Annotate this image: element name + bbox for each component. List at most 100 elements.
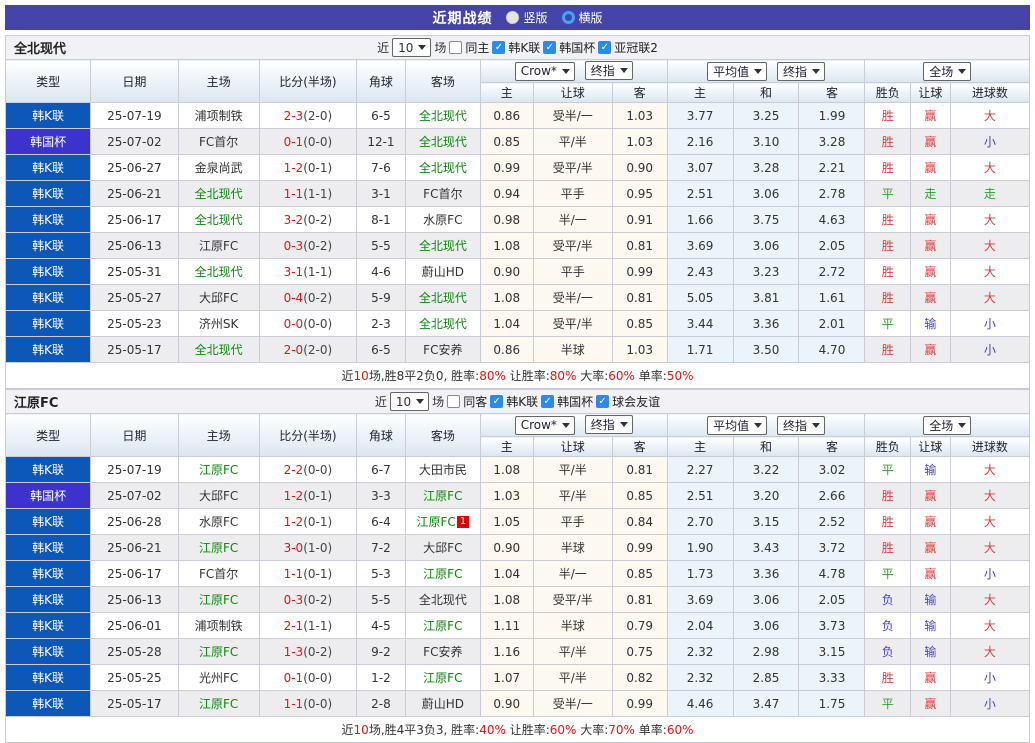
league-cell: 韩K联: [6, 207, 91, 233]
summary-near-label: 近: [342, 369, 354, 383]
halftime-score: (2-0): [303, 109, 332, 123]
avg-draw-odds: 3.47: [733, 691, 799, 717]
match-row: 韩K联25-05-17江原FC1-1(0-0)2-8蔚山HD0.90受半/一0.…: [6, 691, 1030, 717]
score-cell: 0-1(0-0): [259, 665, 356, 691]
result-goals: 大: [950, 259, 1029, 285]
league-checkbox-friendly[interactable]: ✓: [596, 395, 609, 408]
handicap-home-odds: 1.05: [480, 509, 533, 535]
corners-cell: 4-5: [357, 613, 406, 639]
handicap-away-odds: 0.90: [612, 155, 667, 181]
result-goals: 大: [950, 587, 1029, 613]
league-checkbox-cup[interactable]: ✓: [543, 41, 556, 54]
home-team-cell: 浦项制铁: [178, 103, 259, 129]
section-jeonbuk: 全北现代 近 10 场 同主 ✓ 韩K联 ✓ 韩国杯 ✓ 亚冠联2: [5, 35, 1030, 389]
radio-horizontal-layout[interactable]: 横版: [562, 9, 603, 26]
handicap-line: 半/一: [533, 561, 612, 587]
league-checkbox-acl[interactable]: ✓: [598, 41, 611, 54]
score-cell: 1-1(0-1): [259, 561, 356, 587]
bookmaker-select[interactable]: Crow*: [515, 416, 575, 435]
date-cell: 25-05-23: [91, 311, 178, 337]
match-row: 韩K联25-05-23济州SK0-0(0-0)2-3全北现代1.04受平/半0.…: [6, 311, 1030, 337]
handicap-away-odds: 0.91: [612, 207, 667, 233]
league-cell: 韩K联: [6, 103, 91, 129]
fulltime-score: 0-4: [284, 291, 304, 305]
scope-select[interactable]: 全场: [923, 416, 971, 435]
match-row: 韩K联25-06-17全北现代3-2(0-2)8-1水原FC0.98半/一0.9…: [6, 207, 1030, 233]
handicap-line: 半/一: [533, 207, 612, 233]
date-cell: 25-05-31: [91, 259, 178, 285]
match-row: 韩国杯25-07-02FC首尔0-1(0-0)12-1全北现代0.85平/半1.…: [6, 129, 1030, 155]
score-cell: 2-3(2-0): [259, 103, 356, 129]
result-goals: 大: [950, 483, 1029, 509]
home-team-cell: 大邱FC: [178, 483, 259, 509]
away-team-cell: 江原FC: [405, 561, 480, 587]
result-handicap: 输: [911, 613, 951, 639]
score-cell: 1-2(0-1): [259, 509, 356, 535]
score-cell: 3-0(1-0): [259, 535, 356, 561]
radio-vertical-layout[interactable]: 竖版: [506, 9, 547, 26]
result-handicap: 输: [911, 587, 951, 613]
fulltime-score: 1-2: [284, 161, 304, 175]
handicap-home-odds: 0.90: [480, 259, 533, 285]
result-handicap: 赢: [911, 155, 951, 181]
handicap-home-odds: 1.11: [480, 613, 533, 639]
avg-home-odds: 3.69: [667, 233, 733, 259]
league-checkbox-kleague[interactable]: ✓: [492, 41, 505, 54]
avg-away-odds: 1.99: [799, 103, 865, 129]
date-cell: 25-05-28: [91, 639, 178, 665]
away-team-name: 全北现代: [419, 291, 467, 305]
avg-select[interactable]: 平均值: [707, 416, 767, 435]
corners-cell: 8-1: [357, 207, 406, 233]
avg-home-odds: 2.04: [667, 613, 733, 639]
match-count-select[interactable]: 10: [390, 392, 429, 411]
bookmaker-select[interactable]: Crow*: [515, 62, 575, 81]
handicap-line: 受平/半: [533, 155, 612, 181]
avg-away-odds: 4.78: [799, 561, 865, 587]
date-cell: 25-06-17: [91, 561, 178, 587]
halftime-score: (1-0): [303, 541, 332, 555]
odds-stage-select[interactable]: 终指: [585, 415, 633, 434]
fulltime-score: 0-1: [284, 135, 304, 149]
radio-selected-icon[interactable]: [562, 11, 575, 24]
chevron-down-icon: [562, 69, 570, 74]
home-team-cell: FC首尔: [178, 129, 259, 155]
result-goals: 大: [950, 103, 1029, 129]
result-goals: 大: [950, 509, 1029, 535]
result-handicap: 赢: [911, 665, 951, 691]
league-cell: 韩K联: [6, 155, 91, 181]
league-checkbox-cup[interactable]: ✓: [541, 395, 554, 408]
odds-stage-select[interactable]: 终指: [585, 61, 633, 80]
chevron-down-icon: [418, 45, 426, 50]
match-count-select[interactable]: 10: [392, 38, 431, 57]
radio-unselected-icon[interactable]: [506, 11, 519, 24]
same-venue-checkbox[interactable]: [447, 395, 460, 408]
result-goals: 大: [950, 207, 1029, 233]
avg-stage-select[interactable]: 终指: [777, 416, 825, 435]
result-outcome: 胜: [865, 535, 911, 561]
away-team-name: 大邱FC: [423, 541, 462, 555]
handicap-home-odds: 0.90: [480, 691, 533, 717]
score-cell: 0-4(0-2): [259, 285, 356, 311]
col-header-corners: 角球: [357, 60, 406, 103]
avg-away-odds: 3.72: [799, 535, 865, 561]
col-header-league: 类型: [6, 60, 91, 103]
scope-select[interactable]: 全场: [923, 62, 971, 81]
corners-cell: 7-2: [357, 535, 406, 561]
league-cell: 韩K联: [6, 311, 91, 337]
avg-away-odds: 2.52: [799, 509, 865, 535]
away-team-cell: 全北现代: [405, 129, 480, 155]
avg-home-odds: 1.73: [667, 561, 733, 587]
handicap-home-odds: 1.08: [480, 457, 533, 483]
same-venue-checkbox[interactable]: [449, 41, 462, 54]
league-checkbox-kleague[interactable]: ✓: [490, 395, 503, 408]
avg-select[interactable]: 平均值: [707, 62, 767, 81]
halftime-score: (0-1): [303, 515, 332, 529]
home-team-cell: 江原FC: [178, 535, 259, 561]
match-row: 韩K联25-06-01浦项制铁2-1(1-1)4-5江原FC1.11半球0.79…: [6, 613, 1030, 639]
handicap-away-odds: 0.85: [612, 311, 667, 337]
subcol-odds-away: 客: [612, 437, 667, 457]
match-row: 韩K联25-07-19江原FC2-2(0-0)6-7大田市民1.08平/半0.8…: [6, 457, 1030, 483]
avg-stage-select[interactable]: 终指: [777, 62, 825, 81]
subcol-odds-handicap: 让球: [533, 437, 612, 457]
fulltime-score: 3-1: [284, 265, 304, 279]
